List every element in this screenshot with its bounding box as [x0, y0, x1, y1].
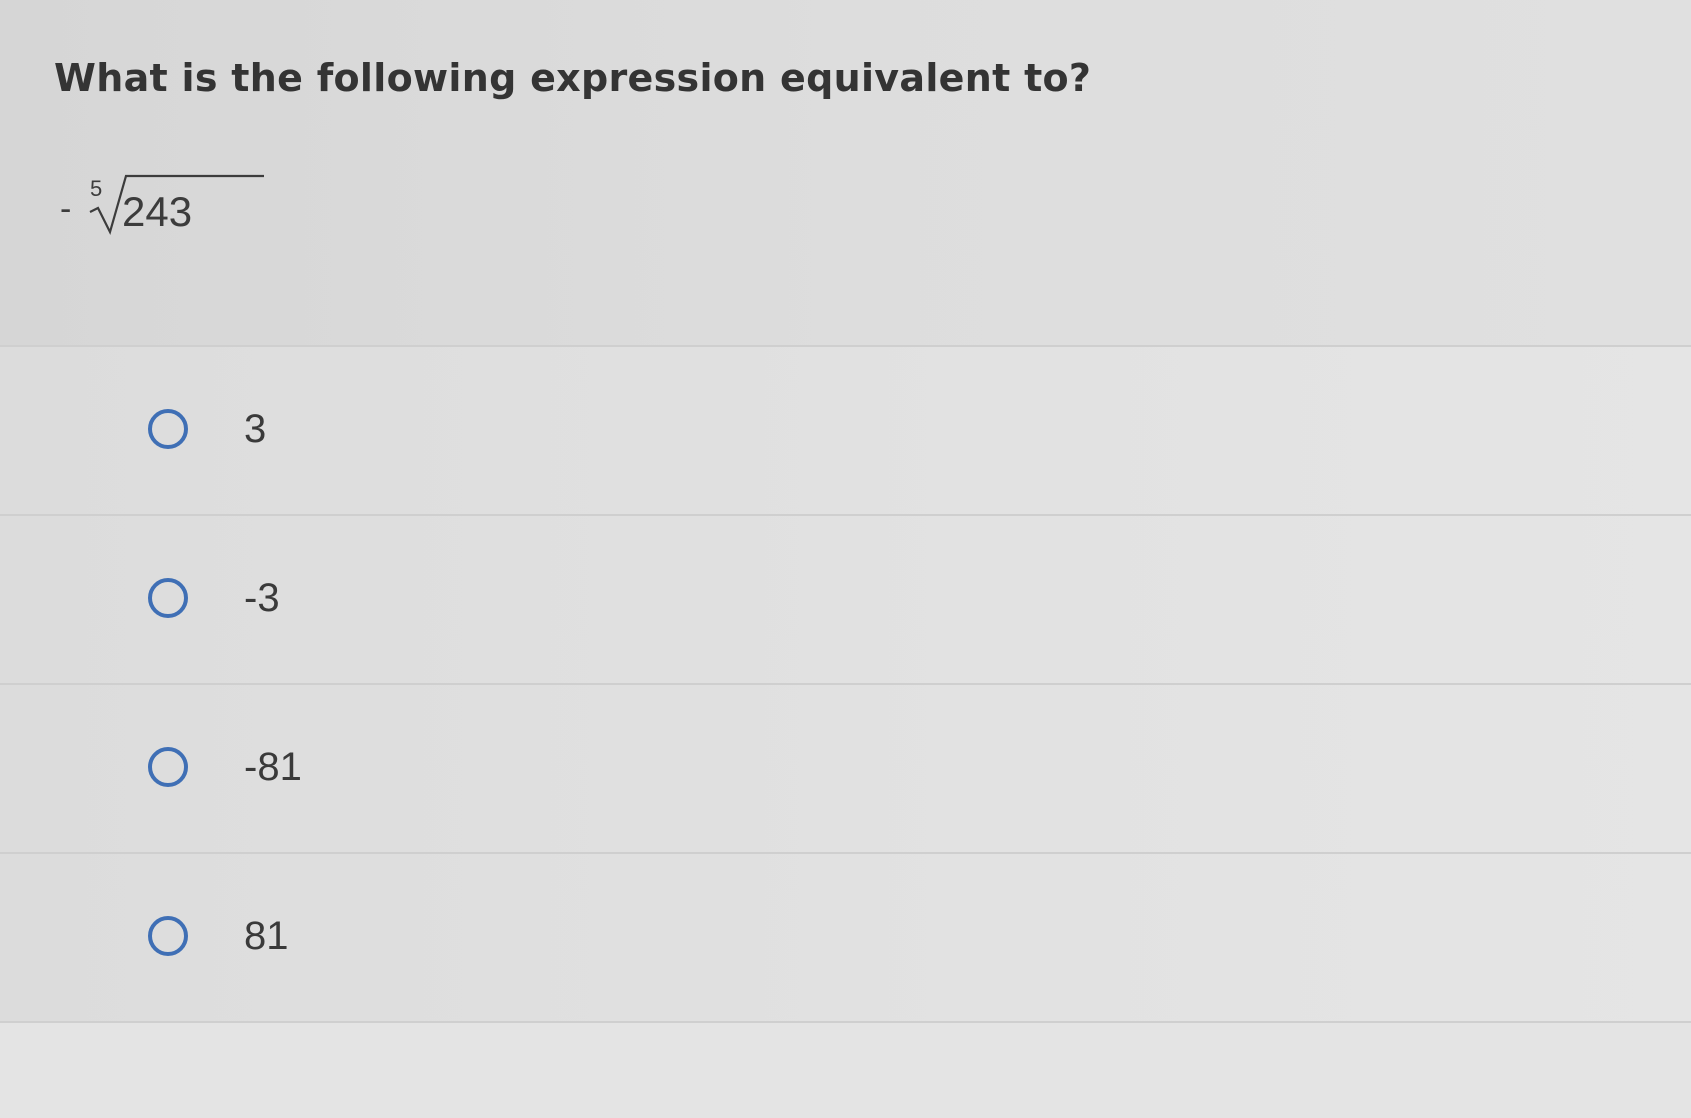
answer-option[interactable]: 3 — [0, 345, 1691, 514]
expression-sign: - — [60, 190, 72, 228]
radicand: 243 — [122, 188, 193, 235]
answer-options: 3 -3 -81 81 — [0, 345, 1691, 1023]
radio-button[interactable] — [148, 747, 188, 787]
answer-option[interactable]: 81 — [0, 852, 1691, 1023]
radio-button[interactable] — [148, 409, 188, 449]
option-label: 81 — [244, 914, 289, 958]
radio-button[interactable] — [148, 578, 188, 618]
question-area: What is the following expression equival… — [0, 0, 1691, 345]
root-index: 5 — [90, 176, 103, 201]
radio-button[interactable] — [148, 916, 188, 956]
quiz-page: What is the following expression equival… — [0, 0, 1691, 1118]
question-prompt: What is the following expression equival… — [54, 56, 1092, 100]
option-label: -3 — [244, 576, 280, 620]
option-label: 3 — [244, 407, 267, 451]
answer-option[interactable]: -3 — [0, 514, 1691, 683]
option-label: -81 — [244, 745, 302, 789]
answer-option[interactable]: -81 — [0, 683, 1691, 852]
